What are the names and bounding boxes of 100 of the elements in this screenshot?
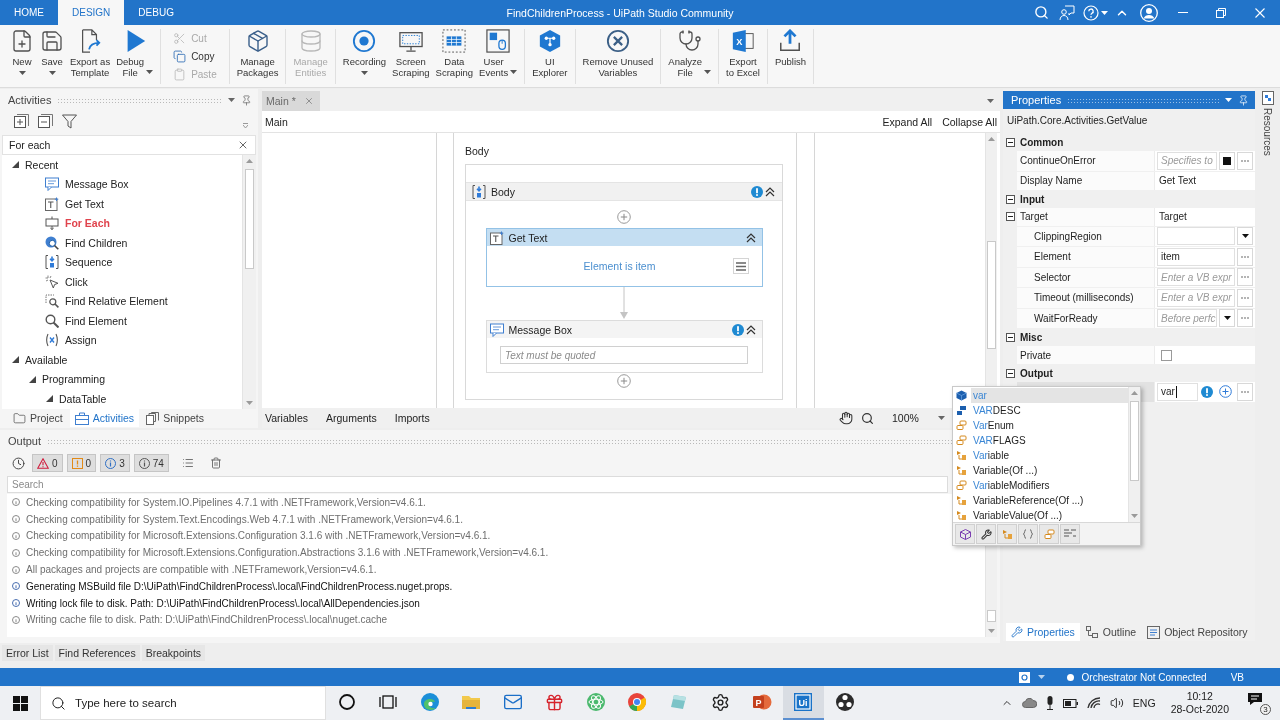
notifications-button[interactable]: 3 [1248, 693, 1268, 713]
scrollbar-thumb[interactable] [987, 241, 996, 349]
scrollbar-thumb[interactable] [245, 169, 254, 269]
excel-button[interactable]: X Export to Excel [723, 29, 763, 78]
battery-icon[interactable] [1062, 698, 1078, 708]
minus-box-icon[interactable] [1005, 369, 1015, 378]
method-filter-button[interactable] [1018, 524, 1038, 544]
tree-category[interactable]: DataTable [2, 389, 242, 409]
panel-tab[interactable]: Activities [69, 409, 140, 427]
new-button[interactable]: New [7, 29, 37, 75]
dropdown-button[interactable] [1237, 227, 1253, 246]
hand-icon[interactable] [839, 411, 853, 425]
activity-item[interactable]: Get Text [2, 194, 242, 214]
cloud-icon[interactable] [1021, 698, 1037, 708]
speaker-icon[interactable] [1109, 696, 1124, 710]
taskbar-app[interactable]: Ui [782, 686, 824, 720]
export-template-button[interactable]: Export as Template [67, 29, 114, 78]
wifi-icon[interactable] [1086, 697, 1101, 709]
minus-box-icon[interactable] [1005, 212, 1015, 221]
screen-scraping-button[interactable]: Screen Scraping [389, 29, 433, 78]
suggestion-option[interactable]: VariableValue(Of ...) [971, 508, 1128, 523]
expanded-arrow-icon[interactable] [29, 375, 36, 383]
suggestion-option[interactable]: VariableReference(Of ...) [971, 493, 1128, 508]
warning-filter-button[interactable]: 0 [66, 454, 97, 472]
trace-filter-button[interactable]: 74 [133, 454, 169, 472]
plus-circle-icon[interactable] [1219, 385, 1232, 399]
activity-item[interactable]: Sequence [2, 252, 242, 272]
value-field[interactable]: item [1157, 247, 1235, 266]
panel-tab[interactable]: Project [8, 409, 68, 427]
double-chevron-up-icon[interactable] [745, 324, 756, 335]
copy-button[interactable]: Copy [171, 47, 219, 65]
double-chevron-up-icon[interactable] [745, 232, 756, 243]
activity-item[interactable]: Find Children [2, 233, 242, 253]
timestamp-button[interactable] [9, 456, 28, 470]
document-tab[interactable]: Main * [262, 91, 320, 111]
search-field[interactable]: For each [2, 135, 256, 155]
activity-item[interactable]: For Each [2, 213, 242, 233]
zoom-select[interactable]: 100% [884, 410, 950, 426]
expanded-arrow-icon[interactable] [46, 395, 53, 403]
publish-button[interactable]: Publish [771, 29, 810, 67]
scrollbar-thumb[interactable] [1130, 401, 1139, 481]
recording-button[interactable]: Recording [339, 29, 390, 75]
ribbon-tab[interactable]: HOME [0, 0, 58, 25]
debug-button[interactable]: Debug File [113, 29, 157, 78]
user-events-button[interactable]: User Events [476, 29, 521, 78]
remove-unused-button[interactable]: Remove Unused Variables [579, 29, 657, 78]
data-scraping-button[interactable]: Data Scraping [432, 29, 477, 78]
dropdown-button[interactable] [1219, 309, 1235, 328]
value-field[interactable]: var [1157, 382, 1198, 401]
suggestion-option[interactable]: Variable(Of ...) [971, 463, 1128, 478]
panel-tab[interactable]: Snippets [141, 409, 209, 427]
activity-item[interactable]: Assign [2, 330, 242, 350]
minus-box-icon[interactable] [1005, 333, 1015, 342]
value-field[interactable] [1157, 227, 1235, 246]
suggestion-option[interactable]: VARDESC [971, 403, 1128, 418]
taskbar-search-field[interactable]: Type here to search [40, 686, 326, 720]
activity-item[interactable]: Message Box [2, 174, 242, 194]
analyze-button[interactable]: Analyze File [665, 29, 715, 78]
tree-category[interactable]: Programming [2, 369, 242, 389]
text-field[interactable]: Text must be quoted [500, 346, 748, 364]
panel-tab[interactable]: Outline [1080, 623, 1142, 641]
minus-box-icon[interactable] [1005, 138, 1015, 147]
double-chevron-up-icon[interactable] [765, 186, 775, 197]
collapse-all-button[interactable] [38, 114, 53, 129]
ribbon-tab[interactable]: DEBUG [124, 0, 188, 25]
panel-tab[interactable]: Breakpoints [141, 645, 206, 661]
packages-button[interactable]: Manage Packages [233, 29, 282, 78]
suggestion-option[interactable]: VarEnum [971, 418, 1128, 433]
search-field[interactable]: Search [7, 476, 948, 493]
suggestion-option[interactable]: VariableModifiers [971, 478, 1128, 493]
side-tab[interactable]: Resources [1261, 91, 1274, 156]
scrollbar-thumb[interactable] [987, 610, 996, 622]
suggestion-option[interactable]: VARFLAGS [971, 433, 1128, 448]
ribbon-tab[interactable]: DESIGN [58, 0, 125, 25]
expand-all-button[interactable] [14, 114, 29, 129]
toggle-button[interactable] [1219, 151, 1235, 170]
taskbar-app[interactable]: P [741, 686, 783, 720]
menu-button[interactable] [732, 258, 749, 274]
checkbox[interactable] [1161, 349, 1172, 361]
magnifier-icon[interactable] [861, 411, 874, 425]
panel-tab[interactable]: Variables [265, 412, 317, 424]
activity-item[interactable]: Find Element [2, 311, 242, 331]
ui-explorer-button[interactable]: UI Explorer [529, 29, 571, 78]
activity-card[interactable]: Message Box Text must be quoted [485, 320, 763, 373]
action-link[interactable]: Expand All [882, 115, 933, 128]
panel-tab[interactable]: Arguments [326, 412, 386, 424]
suggestion-option[interactable]: Variable [971, 448, 1128, 463]
panel-tab[interactable]: Properties [1006, 623, 1080, 641]
property-filter-button[interactable] [976, 524, 996, 544]
panel-tab[interactable]: Error List [2, 645, 53, 661]
expanded-arrow-icon[interactable] [12, 356, 19, 364]
action-link[interactable]: Collapse All [942, 115, 997, 128]
save-button[interactable]: Save [37, 29, 67, 75]
square-ring-icon[interactable] [1018, 671, 1030, 683]
tree-category[interactable]: Recent [2, 155, 242, 175]
tree-category[interactable]: Available [2, 350, 242, 370]
panel-tab[interactable]: Object Repository [1142, 623, 1253, 641]
clear-icon[interactable] [237, 139, 249, 151]
expanded-arrow-icon[interactable] [12, 161, 19, 169]
filter-button[interactable] [62, 114, 77, 129]
